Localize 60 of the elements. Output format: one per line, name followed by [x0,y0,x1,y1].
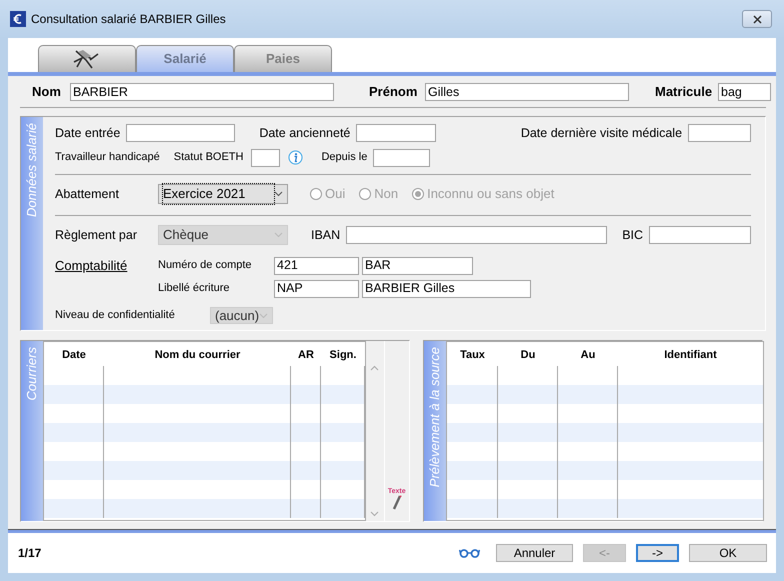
button[interactable]: OK [689,544,767,562]
field-label: Abattement [55,186,120,203]
info-icon[interactable] [288,150,304,165]
column-header: Sign. [328,348,358,363]
page-counter: 1/17 [18,545,42,562]
date-field[interactable] [688,124,752,142]
field-label: Depuis le [321,150,368,166]
input-field[interactable]: BARBIER Gilles [362,280,531,298]
window-title: Consultation salarié BARBIER Gilles [31,11,226,28]
section-title: Données salarié [23,122,40,219]
chevron-down-icon [274,191,283,197]
field-label: Nom [32,83,62,102]
column-header: Identifiant [663,348,718,363]
field-label: Numéro de compte [158,258,253,274]
pencil-icon [392,495,402,511]
field-label: Libellé écriture [158,281,231,296]
dropdown[interactable]: Exercice 2021 [158,184,288,204]
column-header: Au [580,348,596,363]
chevron-down-icon [370,511,380,517]
field-label: Matricule [655,83,714,102]
section-title: Prélèvement à la source [426,346,444,490]
chevron-down-icon [259,312,268,318]
bic-field[interactable] [649,226,752,244]
euro-icon [10,11,26,27]
field-label: Niveau de confidentialité [55,308,176,324]
close-button[interactable] [742,10,772,28]
date-field[interactable] [356,124,436,142]
input-field[interactable] [373,148,430,166]
link[interactable]: Comptabilité [55,256,158,276]
input-field[interactable]: bag [718,83,771,101]
tab[interactable] [38,45,136,72]
input-field[interactable]: NAP [274,280,359,298]
column-header: Nom du courrier [154,348,242,363]
close-icon [752,14,762,24]
field-label: Date entrée [55,124,120,142]
glasses-icon[interactable] [459,548,480,558]
field-label: Prénom [369,83,418,102]
section-title: Courriers [23,346,40,402]
column-header: Taux [459,348,486,363]
input-field[interactable]: Gilles [425,83,629,101]
button[interactable]: Annuler [496,544,573,562]
field-label: Travailleur handicapé [55,150,160,166]
field-label: Date dernière visite médicale [520,124,682,142]
iban-field[interactable] [346,226,608,244]
field-label: IBAN [311,226,340,244]
field-label: BIC [622,226,644,244]
input-field[interactable]: BAR [362,256,473,274]
column-header: Date [61,348,87,363]
field-label: Date ancienneté [259,124,350,142]
field-label: Statut BOETH [174,150,244,166]
column-header: AR [297,348,315,363]
input-field[interactable]: 421 [274,256,359,274]
button[interactable]: -> [636,544,679,562]
chevron-up-icon [370,365,380,371]
input-field[interactable]: BARBIER [70,83,334,101]
chevron-down-icon [274,232,283,238]
input-field[interactable] [251,148,280,166]
column-header: Du [520,348,536,363]
field-label: Règlement par [55,226,138,244]
date-field[interactable] [126,124,236,142]
